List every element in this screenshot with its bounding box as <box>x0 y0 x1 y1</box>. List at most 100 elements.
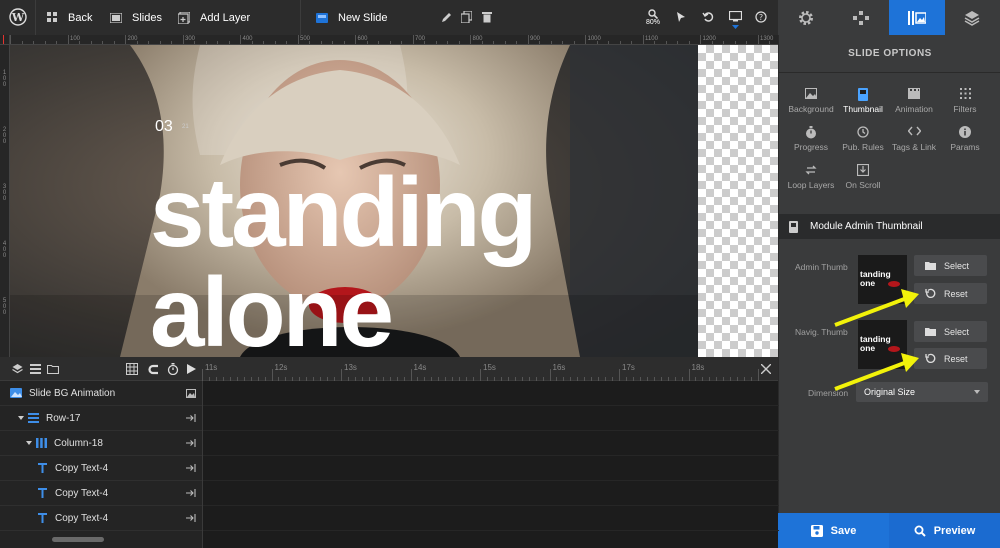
track-row <box>203 481 779 506</box>
layer-row[interactable]: Column-18 <box>0 431 202 456</box>
trash-icon[interactable] <box>478 8 496 26</box>
thumbnail-icon <box>836 88 890 101</box>
layer-row[interactable]: Copy Text-4 <box>0 456 202 481</box>
caret-down-icon <box>974 390 980 394</box>
magnet-icon[interactable] <box>144 360 162 378</box>
wordpress-logo-icon[interactable]: W <box>8 7 28 27</box>
ruler-label: 100 <box>70 36 81 42</box>
ruler-tick <box>573 41 575 44</box>
layer-label: Slide BG Animation <box>29 387 116 399</box>
layer-row[interactable]: Slide BG Animation <box>0 381 202 406</box>
option-thumbnail[interactable]: Thumbnail <box>836 88 890 114</box>
section-title: Module Admin Thumbnail <box>810 221 923 232</box>
cursor-icon[interactable] <box>672 8 690 26</box>
image-icon <box>186 389 196 398</box>
desktop-view-icon[interactable] <box>726 8 744 32</box>
reset-label: Reset <box>944 353 968 364</box>
timeline-tick <box>202 369 203 381</box>
info-icon <box>938 126 992 139</box>
help-icon[interactable]: ? <box>752 8 770 26</box>
folder-icon[interactable] <box>44 360 62 378</box>
option-tags-link[interactable]: Tags & Link <box>887 126 941 152</box>
slide-name-button[interactable]: New Slide <box>316 0 388 35</box>
close-icon[interactable] <box>757 360 775 378</box>
ruler-tick <box>493 41 494 44</box>
tab-settings[interactable] <box>778 0 834 35</box>
gear-icon <box>798 10 814 26</box>
horizontal-scrollbar[interactable] <box>52 537 104 542</box>
edit-pencil-icon[interactable] <box>437 8 455 26</box>
reset-label: Reset <box>944 288 968 299</box>
add-layer-button[interactable]: Add Layer <box>178 0 250 35</box>
grid-snap-icon[interactable] <box>123 360 141 378</box>
tab-layers[interactable] <box>945 0 1000 35</box>
ruler-tick <box>320 41 322 44</box>
option-loop-layers[interactable]: Loop Layers <box>784 164 838 190</box>
ruler-label: 200 <box>127 36 138 42</box>
caret-down-icon <box>18 416 24 420</box>
text-t-icon <box>38 488 47 498</box>
timeline-tick <box>480 369 481 381</box>
select-label: Select <box>944 326 970 337</box>
ruler-tick <box>677 41 678 44</box>
layer-row[interactable]: Copy Text-4 <box>0 506 202 531</box>
track-row <box>203 506 779 531</box>
ruler-label: 600 <box>357 36 368 42</box>
option-animation[interactable]: Animation <box>887 88 941 114</box>
image-icon <box>10 388 22 398</box>
list-icon[interactable] <box>26 360 44 378</box>
preview-button[interactable]: Preview <box>889 513 1000 548</box>
folder-icon <box>925 261 936 270</box>
admin-thumb-select-button[interactable]: Select <box>914 255 987 276</box>
play-icon[interactable] <box>182 360 200 378</box>
slide-number[interactable]: 03 <box>155 118 173 136</box>
top-toolbar: W Back Slides Add Layer New Slide 80% ? <box>0 0 778 35</box>
slides-button[interactable]: Slides <box>110 0 162 35</box>
option-label: Progress <box>793 142 828 152</box>
timeline-tick <box>619 369 620 381</box>
headline-line-1[interactable]: standing <box>150 163 537 261</box>
option-params[interactable]: Params <box>938 126 992 152</box>
layers-icon[interactable] <box>8 360 26 378</box>
option-pub-rules[interactable]: Pub. Rules <box>836 126 890 152</box>
option-progress[interactable]: Progress <box>784 126 838 152</box>
ruler-label: 300 <box>185 36 196 42</box>
option-filters[interactable]: Filters <box>938 88 992 114</box>
ruler-tick <box>688 41 690 44</box>
back-button[interactable]: Back <box>47 0 92 35</box>
ruler-tick <box>389 41 391 44</box>
headline-line-2[interactable]: alone <box>150 263 394 357</box>
ruler-tick <box>217 41 218 44</box>
slide-number-small[interactable]: 21 <box>182 124 189 130</box>
slides-icon <box>110 12 122 23</box>
arrow-end-icon <box>186 414 196 422</box>
ruler-tick <box>274 41 276 44</box>
zoom-control[interactable]: 80% <box>644 6 662 28</box>
caret-down-icon <box>26 441 32 445</box>
ruler-label: 1200 <box>702 36 716 42</box>
timeline-tick-label: 18s <box>691 363 705 372</box>
save-button[interactable]: Save <box>778 513 889 548</box>
arrow-end-icon <box>186 439 196 447</box>
film-icon <box>887 88 941 101</box>
undo-icon[interactable] <box>699 8 717 26</box>
option-label: Filters <box>953 104 977 114</box>
option-on-scroll[interactable]: On Scroll <box>836 164 890 190</box>
tab-navigation[interactable] <box>834 0 890 35</box>
timeline-tracks[interactable] <box>202 381 779 548</box>
layer-row[interactable]: Copy Text-4 <box>0 481 202 506</box>
tab-slide-options[interactable] <box>889 0 945 35</box>
ruler-tick <box>401 41 402 44</box>
slide-canvas[interactable]: 03 21 standing alone <box>10 45 698 357</box>
option-background[interactable]: Background <box>784 88 838 114</box>
layer-row[interactable]: Row-17 <box>0 406 202 431</box>
panel-title: SLIDE OPTIONS <box>848 48 932 59</box>
ruler-tick <box>240 35 241 44</box>
timeline-tick <box>758 369 759 381</box>
ruler-tick <box>504 41 506 44</box>
timeline-tick <box>341 369 342 381</box>
timer-icon[interactable] <box>164 360 182 378</box>
timeline-ruler: 11s 12s 13s 14s 15s 16s 17s 18s <box>202 357 759 381</box>
option-label: Animation <box>895 104 933 114</box>
duplicate-icon[interactable] <box>457 8 475 26</box>
